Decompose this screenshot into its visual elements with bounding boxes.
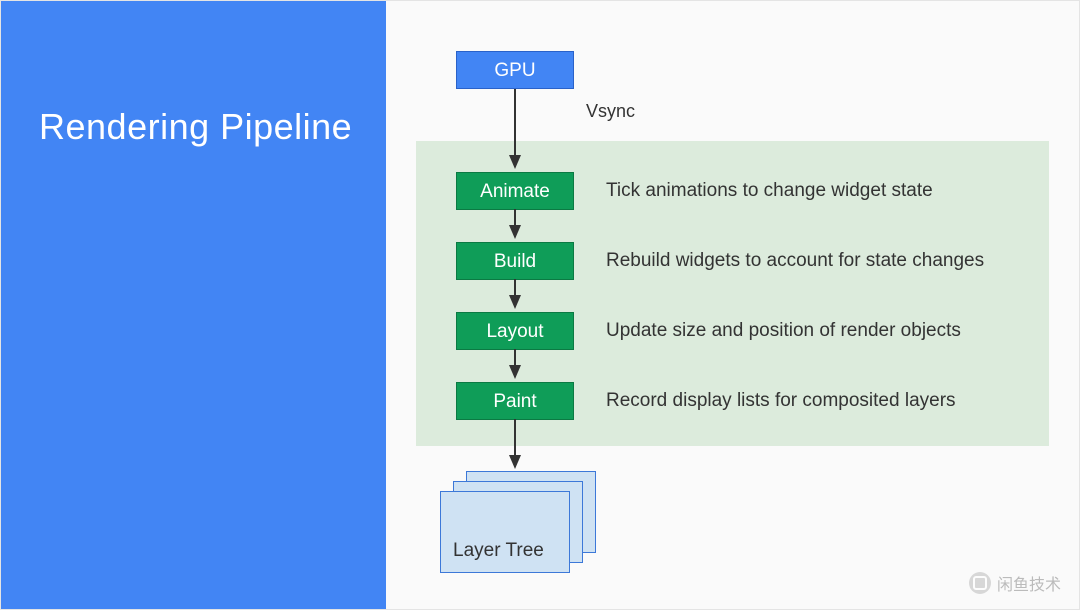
watermark-text: 闲鱼技术 xyxy=(997,571,1061,595)
layer-tree-group: Layer Tree xyxy=(438,471,598,571)
stage-layout: Layout Update size and position of rende… xyxy=(456,311,961,351)
stage-animate: Animate Tick animations to change widget… xyxy=(456,171,933,211)
vsync-label: Vsync xyxy=(586,101,635,122)
stage-desc-layout: Update size and position of render objec… xyxy=(606,320,961,342)
stage-desc-animate: Tick animations to change widget state xyxy=(606,180,933,202)
pipeline-diagram: GPU Vsync Animate Tick animations to cha… xyxy=(416,41,1049,579)
layer-tree-label: Layer Tree xyxy=(453,540,544,562)
gpu-box: GPU xyxy=(456,51,574,89)
stage-box-paint: Paint xyxy=(456,382,574,420)
slide-title: Rendering Pipeline xyxy=(39,106,352,148)
stage-box-build: Build xyxy=(456,242,574,280)
watermark-icon xyxy=(969,572,991,594)
stage-desc-paint: Record display lists for composited laye… xyxy=(606,390,956,412)
stage-build: Build Rebuild widgets to account for sta… xyxy=(456,241,984,281)
stage-box-animate: Animate xyxy=(456,172,574,210)
diagram-panel: GPU Vsync Animate Tick animations to cha… xyxy=(386,1,1079,609)
layer-tree-card-front: Layer Tree xyxy=(440,491,570,573)
slide-container: Rendering Pipeline GPU Vsync Animate Tic… xyxy=(0,0,1080,610)
stage-desc-build: Rebuild widgets to account for state cha… xyxy=(606,250,984,272)
watermark: 闲鱼技术 xyxy=(969,571,1061,595)
stage-paint: Paint Record display lists for composite… xyxy=(456,381,956,421)
stage-box-layout: Layout xyxy=(456,312,574,350)
title-panel: Rendering Pipeline xyxy=(1,1,386,609)
